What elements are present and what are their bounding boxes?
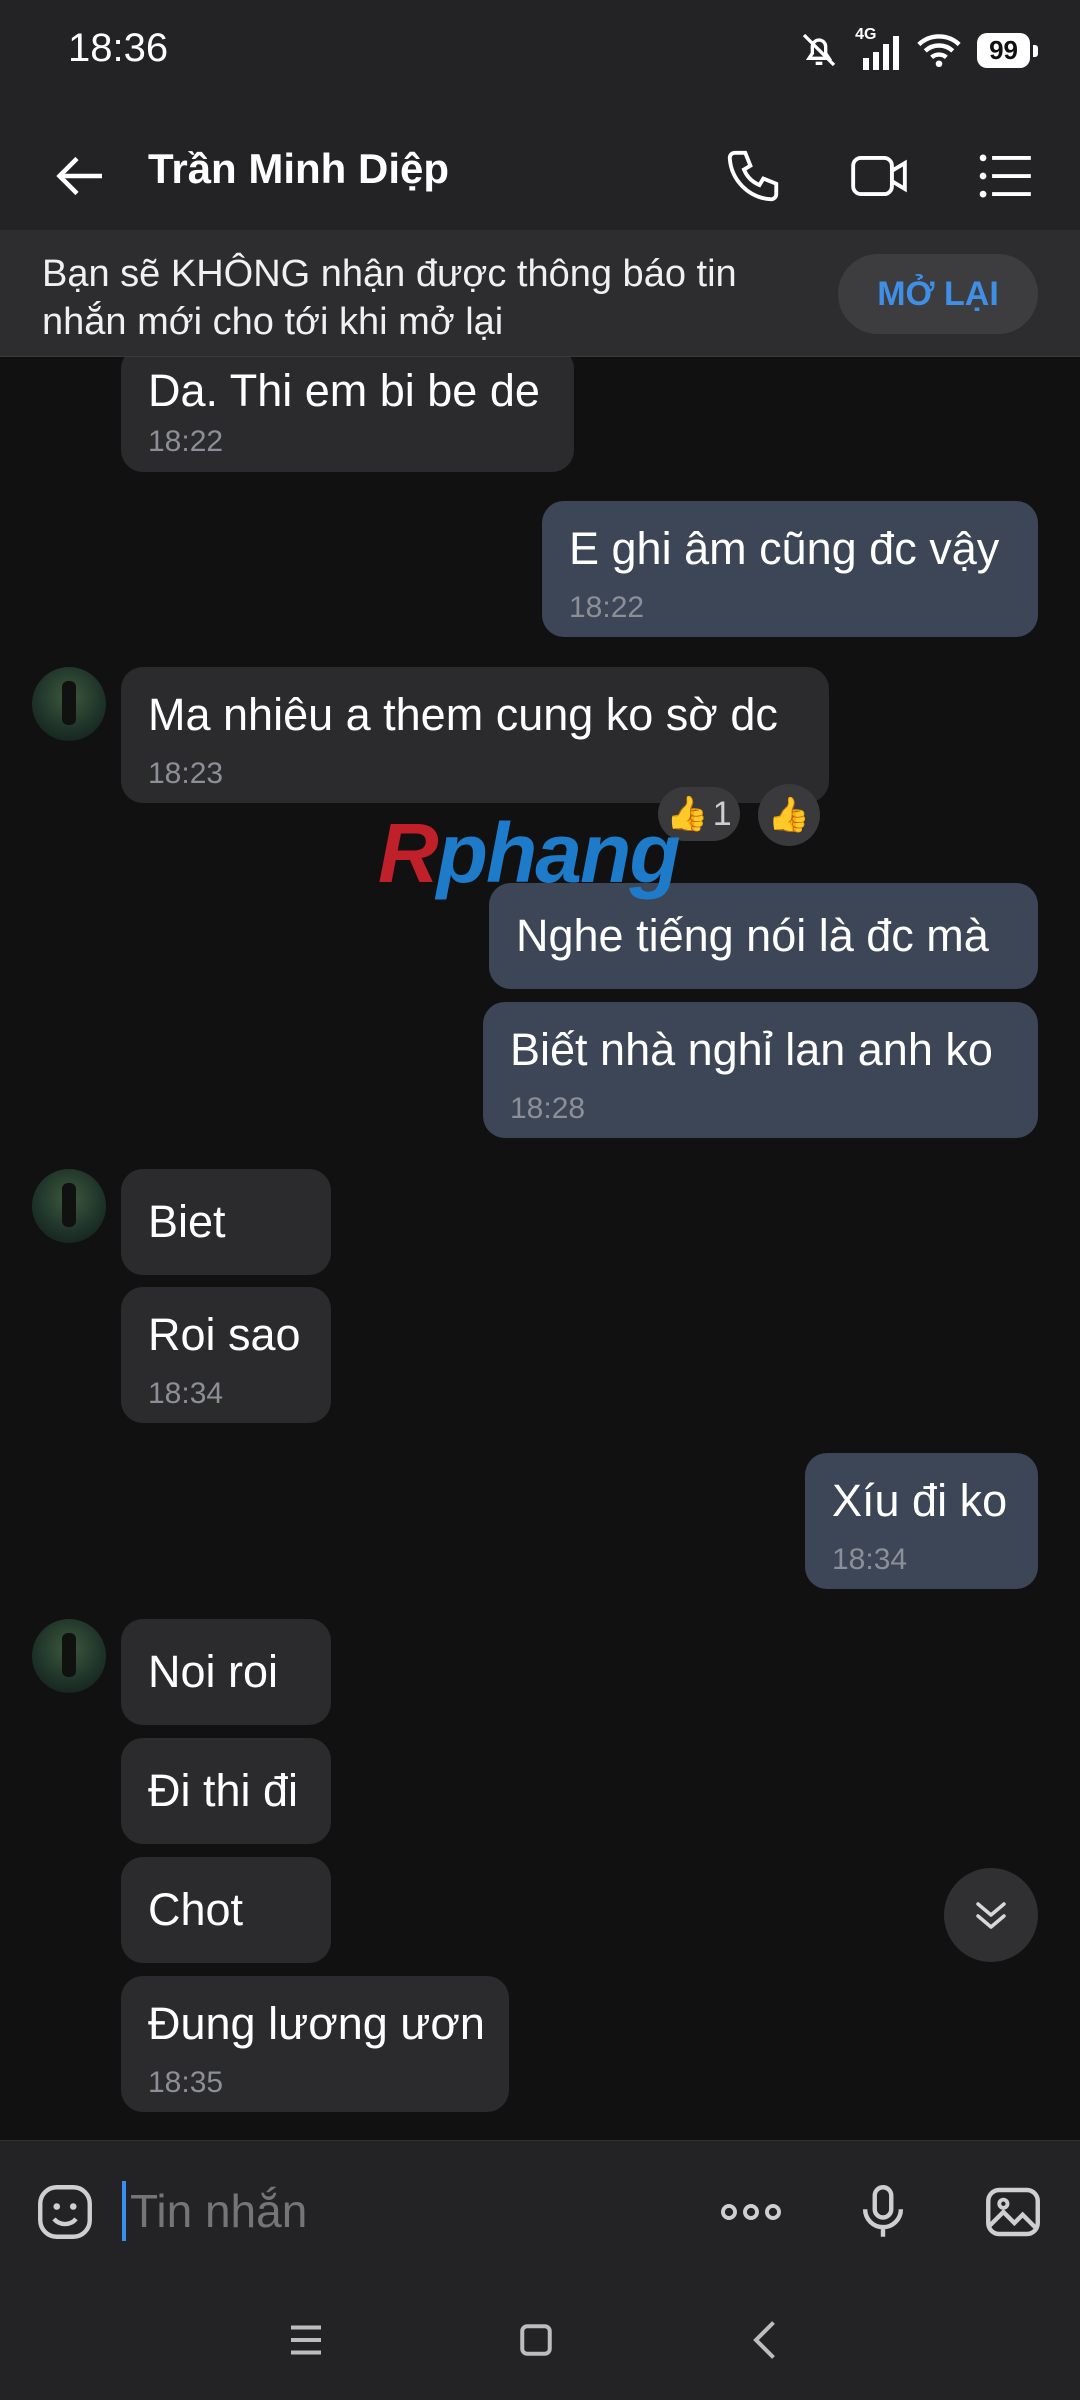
avatar[interactable] [32,667,106,741]
message-time: 18:23 [148,757,224,790]
battery-indicator: 99 [977,32,1038,68]
status-time: 18:36 [68,26,169,70]
recent-apps-icon[interactable] [276,2310,336,2370]
message-bubble-incoming[interactable]: Ma nhiêu a them cung ko sờ dc 18:23 [121,667,829,803]
message-text: Roi sao [148,1309,301,1360]
reaction-count: 1 [712,794,732,833]
video-call-icon[interactable] [848,145,910,207]
message-time: 18:34 [148,1377,224,1410]
message-text: Noi roi [148,1646,279,1697]
status-bar: 18:36 4G 99 [0,0,1080,120]
message-bubble-incoming[interactable]: Da. Thi em bi be de 18:22 [121,357,574,472]
image-icon[interactable] [980,2179,1046,2245]
message-text: Đi thi đi [148,1765,299,1816]
message-time: 18:28 [510,1092,586,1125]
message-text: Da. Thi em bi be de [148,365,540,416]
message-time: 18:22 [148,425,224,458]
mute-bell-icon [802,33,836,67]
message-text: Biet [148,1196,226,1247]
message-bubble-incoming[interactable]: Biet [121,1169,331,1275]
message-bubble-outgoing[interactable]: E ghi âm cũng đc vậy 18:22 [542,501,1038,637]
double-chevron-down-icon [976,1902,1006,1929]
status-icons: 4G 99 [799,26,1038,74]
back-arrow-icon[interactable] [52,146,112,206]
home-icon[interactable] [506,2310,566,2370]
watermark-part: R [378,806,439,900]
sticker-icon[interactable] [32,2179,98,2245]
mute-notice-banner: Bạn sẽ KHÔNG nhận được thông báo tin nhắ… [0,230,1080,357]
phone-icon[interactable] [722,145,784,207]
message-time: 18:35 [148,2066,224,2099]
scroll-to-bottom-button[interactable] [944,1868,1038,1962]
message-text: E ghi âm cũng đc vậy [569,523,1000,574]
watermark-logo: Rphang [378,805,681,902]
watermark-part: phang [436,806,681,900]
contact-name[interactable]: Trần Minh Diệp [148,145,449,193]
message-composer [0,2140,1080,2281]
system-nav-bar [0,2280,1080,2400]
chat-header: Trần Minh Diệp [0,120,1080,230]
wifi-icon [917,34,961,68]
message-text: Biết nhà nghỉ lan anh ko [510,1024,993,1075]
signal-icon: 4G [855,26,901,70]
list-menu-icon[interactable] [974,145,1036,207]
microphone-icon[interactable] [850,2179,916,2245]
message-text: Chot [148,1884,244,1935]
message-bubble-incoming[interactable]: Đi thi đi [121,1738,331,1844]
message-time: 18:34 [832,1543,908,1576]
message-text: Nghe tiếng nói là đc mà [516,910,989,961]
message-bubble-outgoing[interactable]: Xíu đi ko 18:34 [805,1453,1038,1589]
message-bubble-incoming[interactable]: Noi roi [121,1619,331,1725]
avatar[interactable] [32,1619,106,1693]
system-back-icon[interactable] [736,2310,796,2370]
message-text: Đung lương ươn [148,1998,485,2049]
message-bubble-incoming[interactable]: Đung lương ươn 18:35 [121,1976,509,2112]
avatar[interactable] [32,1169,106,1243]
message-bubble-incoming[interactable]: Chot [121,1857,331,1963]
add-reaction-button[interactable]: 👍 [758,784,820,846]
message-bubble-incoming[interactable]: Roi sao 18:34 [121,1287,331,1423]
message-list[interactable]: Da. Thi em bi be de 18:22 E ghi âm cũng … [0,357,1080,2139]
thumbs-up-icon: 👍 [767,796,811,834]
more-dots-icon[interactable] [718,2179,784,2245]
message-bubble-outgoing[interactable]: Biết nhà nghỉ lan anh ko 18:28 [483,1002,1038,1138]
message-input[interactable] [122,2181,670,2241]
message-text: Ma nhiêu a them cung ko sờ dc [148,689,778,740]
mute-notice-text: Bạn sẽ KHÔNG nhận được thông báo tin nhắ… [42,253,737,343]
message-text: Xíu đi ko [832,1475,1008,1526]
message-time: 18:22 [569,591,645,624]
unmute-button[interactable]: MỞ LẠI [838,254,1038,334]
